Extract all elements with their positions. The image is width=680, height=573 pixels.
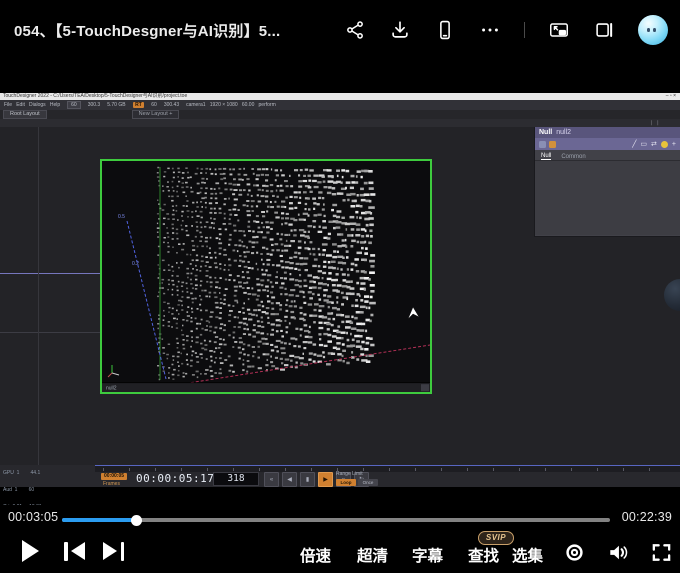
touchdesigner-window: TouchDesigner 2022 - C:/Users/TEA/Deskto…	[0, 93, 680, 487]
help-icon	[661, 141, 668, 148]
td-timeline-bar: GPU 1 44.1 Aud 1 60 Crt 0.01 10.31 Tex 2…	[0, 465, 680, 487]
td-window-titlebar: TouchDesigner 2022 - C:/Users/TEA/Deskto…	[0, 93, 680, 100]
measure-label: 0.5	[118, 214, 125, 220]
video-surface[interactable]: TEA 新媒体艺术社区 TEA 新媒体艺术社区 TEA 新媒体艺术社区 TEA …	[0, 60, 680, 505]
progress-row: 00:03:05 00:22:39	[0, 505, 680, 530]
td-frame-counter: 318	[213, 472, 259, 486]
param-dialog-iconbar: ╱ ▭ ⇄ +	[535, 138, 680, 150]
td-3d-viewport: 0.5 0.2 null2	[100, 159, 432, 394]
td-play-button: ▶	[318, 472, 333, 487]
progress-thumb[interactable]	[131, 515, 142, 526]
td-menu-bar: File Edit Dialogs Help 60 300.3 5.70 GB …	[0, 100, 680, 110]
td-network-editor: 0.5 0.2 null2	[0, 127, 680, 465]
quality-button[interactable]: 超清	[357, 544, 388, 566]
subtitle-button[interactable]: 字幕	[412, 544, 443, 566]
speed-button[interactable]: 倍速	[300, 544, 331, 566]
episodes-button[interactable]: 选集	[512, 544, 543, 566]
td-performance-stats: GPU 1 44.1 Aud 1 60 Crt 0.01 10.31 Tex 2…	[3, 460, 42, 505]
td-stat-fps2: 60	[151, 102, 157, 108]
td-stat-frames: 300.43	[164, 102, 179, 108]
td-pane-controls: ❘❘	[650, 119, 662, 127]
td-timecode: 00:00:05:17	[136, 472, 214, 485]
viewport-status-text: null2	[106, 386, 117, 392]
param-dialog-body	[535, 161, 680, 235]
current-time: 00:03:05	[8, 510, 58, 524]
td-layout-tabs: Root Layout New Layout +	[0, 110, 680, 119]
td-loop-button: Loop	[336, 479, 356, 486]
play-button[interactable]	[22, 540, 39, 562]
control-bar: 倍速 超清 字幕 查找 选集 SVIP	[0, 530, 680, 573]
td-stat-mem: 5.70 GB	[107, 102, 125, 108]
volume-icon[interactable]	[606, 541, 629, 564]
param-tab-common: Common	[561, 154, 585, 160]
viewport-scrollbar-end	[421, 384, 429, 391]
mouse-cursor	[408, 307, 419, 319]
video-title: 054、【5-TouchDesgner与AI识别】5...	[14, 0, 280, 60]
param-op-type: Null	[539, 129, 552, 136]
td-tab-new-layout: New Layout +	[132, 110, 180, 119]
measure-label: 0.2	[132, 261, 139, 267]
td-stat-output: camera1 1920 × 1080 60.00 perform	[186, 102, 276, 108]
python-icon	[549, 141, 556, 148]
td-transport-button: ◀	[282, 472, 297, 487]
top-bar: 054、【5-TouchDesgner与AI识别】5...	[0, 0, 680, 60]
td-menu-items: File Edit Dialogs Help	[4, 102, 60, 108]
swap-icon: ⇄	[651, 140, 657, 148]
td-fps-box: 60	[67, 101, 81, 109]
user-avatar[interactable]	[638, 15, 668, 45]
param-dialog-tabs: Null Common	[535, 150, 680, 161]
td-toolbar: ◂ ▸ │ / │ 100% ❘❘	[0, 119, 680, 127]
download-icon[interactable]	[389, 19, 411, 41]
td-once-button: Once	[358, 479, 378, 486]
edit-icon: ╱	[632, 140, 636, 148]
td-transport-button: «	[264, 472, 279, 487]
share-icon[interactable]	[344, 19, 366, 41]
svip-badge: SVIP	[478, 531, 514, 545]
toolbar-divider	[524, 22, 525, 38]
player-window: 054、【5-TouchDesgner与AI识别】5...	[0, 0, 680, 573]
td-range-limit-label: Range Limit	[336, 471, 363, 477]
td-clock-badge: 00:00:05	[101, 473, 127, 480]
axis-gizmo-z	[108, 373, 112, 377]
previous-button[interactable]	[64, 542, 86, 561]
progress-bar[interactable]	[62, 518, 610, 522]
td-pane-divider	[38, 127, 39, 465]
top-bar-actions	[344, 0, 668, 60]
progress-fill	[62, 518, 137, 522]
find-button[interactable]: 查找	[468, 544, 499, 566]
pip-icon[interactable]	[548, 19, 570, 41]
add-icon: +	[672, 141, 676, 148]
viewport-status-strip	[102, 383, 430, 392]
settings-icon[interactable]	[563, 541, 586, 564]
mobile-play-icon[interactable]	[434, 19, 456, 41]
window-mode-icon[interactable]	[593, 19, 615, 41]
next-button[interactable]	[102, 542, 124, 561]
language-icon	[539, 141, 546, 148]
td-parameter-dialog: Null null2 ╱ ▭ ⇄ +	[535, 127, 680, 236]
td-units-label: Frames	[103, 481, 120, 487]
td-window-controls: ‒ ▫ ×	[666, 93, 676, 100]
axis-gizmo-x	[112, 373, 119, 375]
comment-icon: ▭	[640, 140, 647, 148]
td-timeline-ruler	[95, 465, 680, 472]
td-transport-button: ▮	[300, 472, 315, 487]
total-time: 00:22:39	[622, 510, 672, 524]
more-icon[interactable]	[479, 19, 501, 41]
td-realtime-badge: RT	[133, 102, 145, 109]
fullscreen-icon[interactable]	[650, 541, 673, 564]
td-pane-divider	[0, 332, 100, 333]
td-pane-divider	[0, 273, 100, 274]
td-tab-root-layout: Root Layout	[3, 110, 47, 119]
point-cloud-canvas: 0.5 0.2 null2	[102, 161, 430, 392]
param-dialog-titlebar: Null null2	[535, 127, 680, 138]
td-stat-cook: 300.3	[88, 102, 101, 108]
td-window-title: TouchDesigner 2022 - C:/Users/TEA/Deskto…	[3, 93, 187, 99]
param-op-name: null2	[556, 129, 571, 136]
param-tab-null: Null	[541, 153, 551, 160]
